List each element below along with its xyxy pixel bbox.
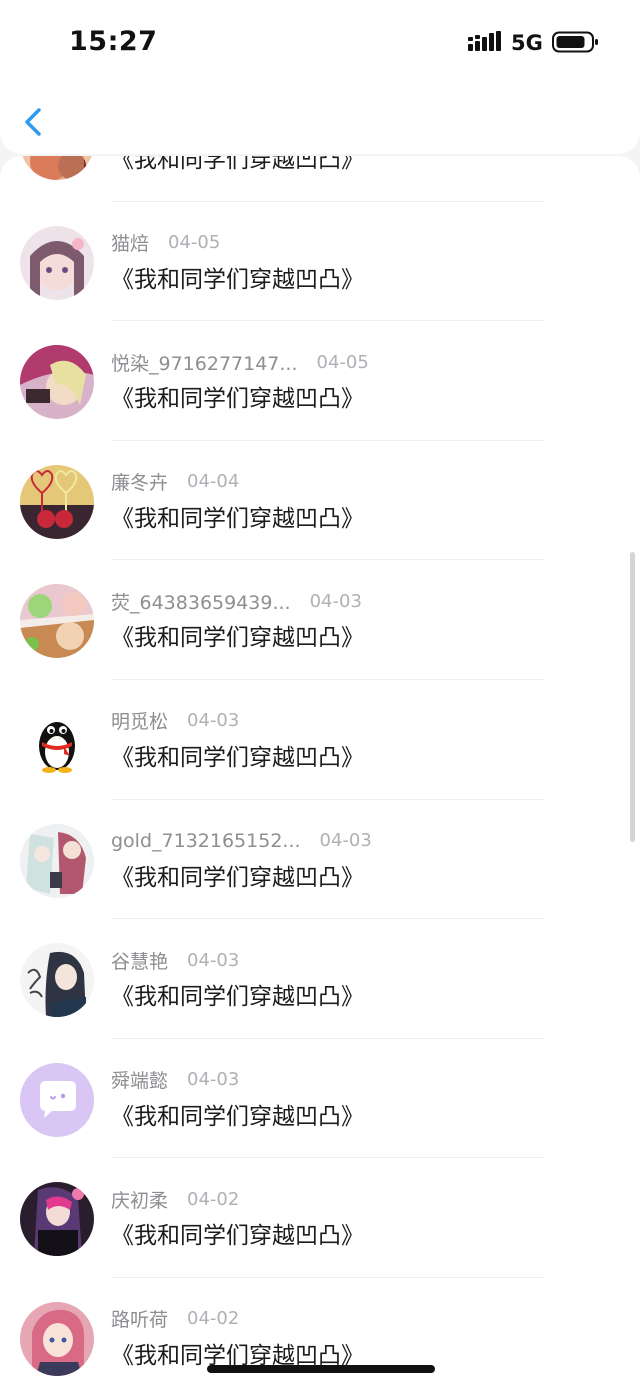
- comment-date: 04-03: [187, 949, 240, 971]
- avatar: [20, 156, 94, 180]
- comment-text: 《我和同学们穿越凹凸》: [111, 505, 364, 532]
- back-button[interactable]: [20, 102, 50, 142]
- list-item[interactable]: 舜端懿 04-03 《我和同学们穿越凹凸》: [0, 1039, 640, 1159]
- comment-meta: 廉冬卉 04-04: [111, 468, 239, 496]
- list-item[interactable]: 荧_64383659439... 04-03 《我和同学们穿越凹凸》: [0, 560, 640, 680]
- username[interactable]: 悦染_9716277147...: [111, 349, 298, 376]
- comment-text: 《我和同学们穿越凹凸》: [111, 266, 364, 293]
- list-item[interactable]: 猫焙 04-05 《我和同学们穿越凹凸》: [0, 202, 640, 322]
- comment-list[interactable]: 《我和同学们穿越凹凸》 猫焙 04-05 《我和同学们穿越凹凸》 悦染_9716…: [0, 156, 640, 1387]
- avatar[interactable]: [20, 1301, 94, 1376]
- chat-bubble-icon: [20, 1062, 94, 1137]
- comment-meta: 悦染_9716277147... 04-05: [111, 348, 369, 376]
- avatar[interactable]: [20, 703, 94, 778]
- comment-text: 《我和同学们穿越凹凸》: [111, 625, 364, 652]
- chevron-left-icon: [25, 108, 41, 136]
- list-item[interactable]: 明觅松 04-03 《我和同学们穿越凹凸》: [0, 680, 640, 800]
- comment-meta: 庆初柔 04-02: [111, 1185, 239, 1213]
- scrollbar[interactable]: [630, 552, 635, 842]
- comment-date: 04-04: [187, 471, 240, 493]
- list-item[interactable]: 廉冬卉 04-04 《我和同学们穿越凹凸》: [0, 441, 640, 561]
- avatar[interactable]: [20, 464, 94, 539]
- comment-text: 《我和同学们穿越凹凸》: [111, 386, 364, 413]
- username[interactable]: 谷慧艳: [111, 947, 168, 974]
- list-item[interactable]: gold_7132165152... 04-03 《我和同学们穿越凹凸》: [0, 800, 640, 920]
- avatar[interactable]: [20, 584, 94, 659]
- avatar[interactable]: [20, 225, 94, 300]
- comment-date: 04-02: [187, 1188, 240, 1210]
- comment-date: 04-05: [168, 232, 221, 254]
- list-item[interactable]: 《我和同学们穿越凹凸》: [0, 156, 640, 202]
- username[interactable]: gold_7132165152...: [111, 830, 301, 852]
- comment-meta: 谷慧艳 04-03: [111, 946, 239, 974]
- navigation-bar: [0, 90, 640, 154]
- home-indicator[interactable]: [207, 1365, 435, 1373]
- comment-date: 04-03: [187, 1069, 240, 1091]
- username[interactable]: 猫焙: [111, 229, 149, 256]
- battery-icon: [552, 31, 598, 53]
- avatar[interactable]: [20, 823, 94, 898]
- username[interactable]: 庆初柔: [111, 1186, 168, 1213]
- comment-text: 《我和同学们穿越凹凸》: [111, 864, 364, 891]
- avatar[interactable]: [20, 1182, 94, 1257]
- comment-meta: 明觅松 04-03: [111, 707, 239, 735]
- comment-text: 《我和同学们穿越凹凸》: [111, 1223, 364, 1250]
- comment-meta: 猫焙 04-05: [111, 229, 220, 257]
- signal-icon: [468, 31, 501, 51]
- username[interactable]: 廉冬卉: [111, 468, 168, 495]
- avatar[interactable]: [20, 345, 94, 420]
- network-label: 5G: [511, 31, 543, 55]
- avatar[interactable]: [20, 1062, 94, 1137]
- comment-date: 04-03: [319, 830, 372, 852]
- penguin-icon: [20, 703, 94, 778]
- comment-text: 《我和同学们穿越凹凸》: [111, 744, 364, 771]
- username[interactable]: 舜端懿: [111, 1066, 168, 1093]
- status-bar: 15:27 5G: [0, 0, 640, 90]
- comment-meta: 舜端懿 04-03: [111, 1066, 239, 1094]
- username[interactable]: 明觅松: [111, 707, 168, 734]
- comment-date: 04-03: [309, 590, 362, 612]
- comment-text: 《我和同学们穿越凹凸》: [111, 984, 364, 1011]
- list-item[interactable]: 谷慧艳 04-03 《我和同学们穿越凹凸》: [0, 919, 640, 1039]
- comment-date: 04-03: [187, 710, 240, 732]
- username[interactable]: 荧_64383659439...: [111, 588, 291, 615]
- avatar[interactable]: [20, 943, 94, 1018]
- comment-meta: 路听荷 04-02: [111, 1305, 239, 1333]
- list-item[interactable]: 悦染_9716277147... 04-05 《我和同学们穿越凹凸》: [0, 321, 640, 441]
- comment-meta: 荧_64383659439... 04-03: [111, 587, 362, 615]
- list-item[interactable]: 庆初柔 04-02 《我和同学们穿越凹凸》: [0, 1158, 640, 1278]
- comment-date: 04-05: [316, 351, 369, 373]
- comment-text: 《我和同学们穿越凹凸》: [111, 156, 364, 173]
- comment-meta: gold_7132165152... 04-03: [111, 827, 372, 855]
- comment-text: 《我和同学们穿越凹凸》: [111, 1103, 364, 1130]
- status-time: 15:27: [69, 26, 158, 57]
- username[interactable]: 路听荷: [111, 1305, 168, 1332]
- comment-date: 04-02: [187, 1308, 240, 1330]
